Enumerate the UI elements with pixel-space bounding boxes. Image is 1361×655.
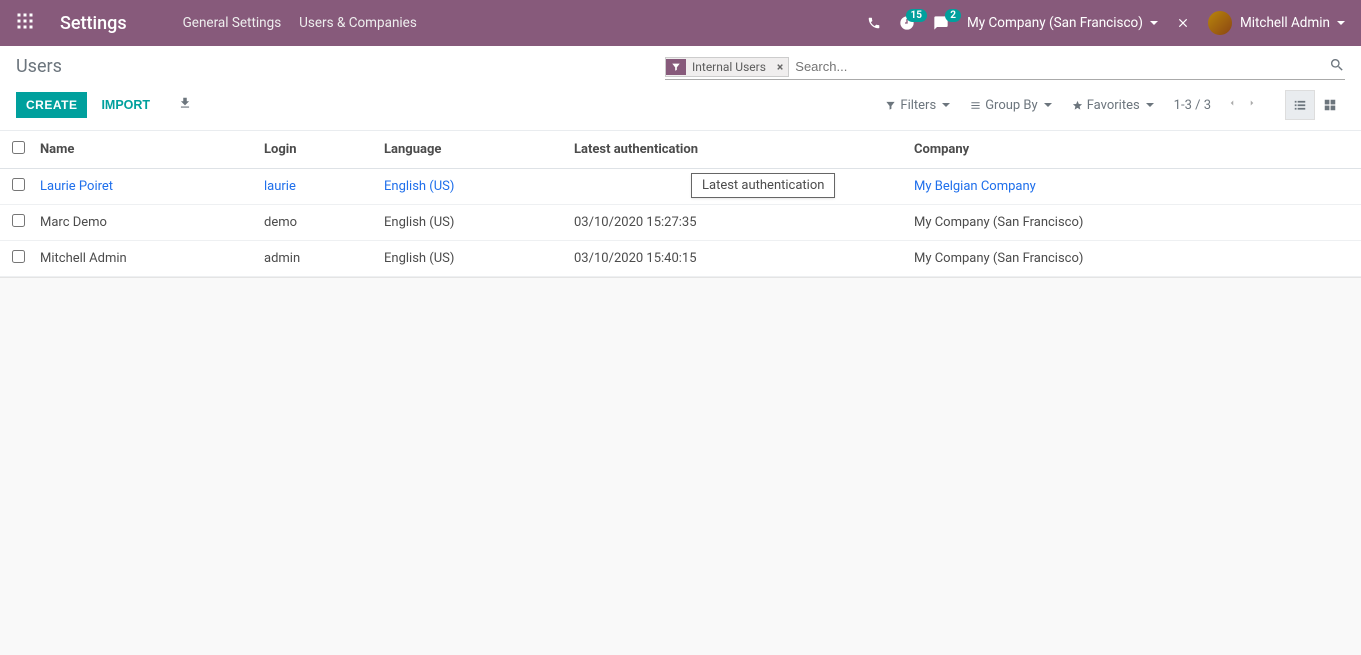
menu-users-companies[interactable]: Users & Companies [299, 15, 417, 31]
funnel-icon [666, 59, 686, 75]
cp-tools: Filters Group By Favorites 1-3 / 3 [885, 90, 1345, 120]
company-name: My Company (San Francisco) [967, 15, 1143, 31]
table-row[interactable]: Laurie PoiretlaurieEnglish (US) Latest au… [0, 169, 1361, 205]
cell-login[interactable]: laurie [256, 169, 376, 205]
debug-icon[interactable] [1176, 16, 1190, 30]
header-language[interactable]: Language [376, 131, 566, 169]
cp-row-top: Users Internal Users × [0, 46, 1361, 84]
favorites-label: Favorites [1087, 98, 1140, 113]
search-icon[interactable] [1329, 57, 1345, 77]
facet-label: Internal Users [686, 58, 772, 76]
table-header-row: Name Login Language Latest authenticatio… [0, 131, 1361, 169]
table-bottom-border [0, 277, 1361, 278]
search-box[interactable]: Internal Users × [665, 56, 1345, 80]
cell-language[interactable]: English (US) [376, 241, 566, 277]
caret-down-icon [1044, 103, 1052, 107]
header-latest-auth[interactable]: Latest authentication [566, 131, 906, 169]
table-row[interactable]: Marc DemodemoEnglish (US)03/10/2020 15:2… [0, 205, 1361, 241]
header-name[interactable]: Name [36, 131, 256, 169]
cell-latest-auth[interactable]: 03/10/2020 15:27:35 [566, 205, 906, 241]
facet-remove[interactable]: × [772, 60, 788, 74]
header-login[interactable]: Login [256, 131, 376, 169]
discuss-badge: 2 [945, 9, 961, 22]
header-company[interactable]: Company [906, 131, 1361, 169]
view-kanban-button[interactable] [1315, 90, 1345, 120]
cell-company[interactable]: My Company (San Francisco) [906, 205, 1361, 241]
row-checkbox[interactable] [12, 250, 25, 263]
cell-name[interactable]: Laurie Poiret [36, 169, 256, 205]
row-checkbox[interactable] [12, 214, 25, 227]
activity-badge: 15 [906, 9, 927, 22]
cell-name[interactable]: Mitchell Admin [36, 241, 256, 277]
header-checkbox-cell [0, 131, 36, 169]
caret-down-icon [1150, 21, 1158, 25]
tooltip-latest-auth: Latest authentication [691, 173, 835, 198]
control-panel: Users Internal Users × CREATE IMPORT [0, 46, 1361, 131]
navbar: Settings General Settings Users & Compan… [0, 0, 1361, 46]
user-menu[interactable]: Mitchell Admin [1208, 11, 1345, 35]
view-list-button[interactable] [1285, 90, 1315, 120]
activity-icon[interactable]: 15 [899, 15, 915, 31]
apps-icon[interactable] [16, 12, 34, 34]
groupby-label: Group By [985, 98, 1038, 113]
search-input[interactable] [789, 56, 1323, 77]
list-view: Name Login Language Latest authenticatio… [0, 131, 1361, 277]
row-checkbox[interactable] [12, 178, 25, 191]
users-table: Name Login Language Latest authenticatio… [0, 131, 1361, 277]
search-wrap: Internal Users × [665, 56, 1345, 80]
cp-row-bottom: CREATE IMPORT Filters Group By Favorites [0, 84, 1361, 130]
cell-login[interactable]: admin [256, 241, 376, 277]
phone-icon[interactable] [867, 16, 881, 30]
menu-general-settings[interactable]: General Settings [183, 15, 282, 31]
row-checkbox-cell [0, 169, 36, 205]
create-button[interactable]: CREATE [16, 92, 87, 118]
cell-language[interactable]: English (US) [376, 205, 566, 241]
cell-company[interactable]: My Company (San Francisco) [906, 241, 1361, 277]
view-switcher [1285, 90, 1345, 120]
caret-down-icon [942, 103, 950, 107]
company-switcher[interactable]: My Company (San Francisco) [967, 15, 1158, 31]
favorites-dropdown[interactable]: Favorites [1072, 98, 1154, 113]
cell-login[interactable]: demo [256, 205, 376, 241]
pager-next[interactable] [1247, 96, 1257, 114]
cell-name[interactable]: Marc Demo [36, 205, 256, 241]
select-all-checkbox[interactable] [12, 141, 25, 154]
discuss-icon[interactable]: 2 [933, 15, 949, 31]
user-name: Mitchell Admin [1240, 15, 1330, 31]
pager-side: 1-3 / 3 [1174, 90, 1345, 120]
row-checkbox-cell [0, 205, 36, 241]
row-checkbox-cell [0, 241, 36, 277]
avatar [1208, 11, 1232, 35]
cell-latest-auth[interactable]: Latest authentication [566, 169, 906, 205]
pager-text[interactable]: 1-3 / 3 [1174, 98, 1211, 113]
caret-down-icon [1146, 103, 1154, 107]
import-button[interactable]: IMPORT [91, 92, 160, 118]
export-icon[interactable] [178, 96, 192, 114]
nav-menu: General Settings Users & Companies [183, 15, 417, 31]
caret-down-icon [1337, 21, 1345, 25]
cell-company[interactable]: My Belgian Company [906, 169, 1361, 205]
nav-left: Settings General Settings Users & Compan… [16, 12, 417, 34]
filters-dropdown[interactable]: Filters [885, 98, 950, 113]
breadcrumb: Users [16, 56, 62, 77]
pager-prev[interactable] [1227, 96, 1237, 114]
table-row[interactable]: Mitchell AdminadminEnglish (US)03/10/202… [0, 241, 1361, 277]
cell-latest-auth[interactable]: 03/10/2020 15:40:15 [566, 241, 906, 277]
filters-label: Filters [900, 98, 936, 113]
nav-right: 15 2 My Company (San Francisco) Mitchell… [867, 11, 1345, 35]
search-facet: Internal Users × [665, 57, 789, 77]
cell-language[interactable]: English (US) [376, 169, 566, 205]
app-brand[interactable]: Settings [60, 13, 127, 34]
groupby-dropdown[interactable]: Group By [970, 98, 1052, 113]
